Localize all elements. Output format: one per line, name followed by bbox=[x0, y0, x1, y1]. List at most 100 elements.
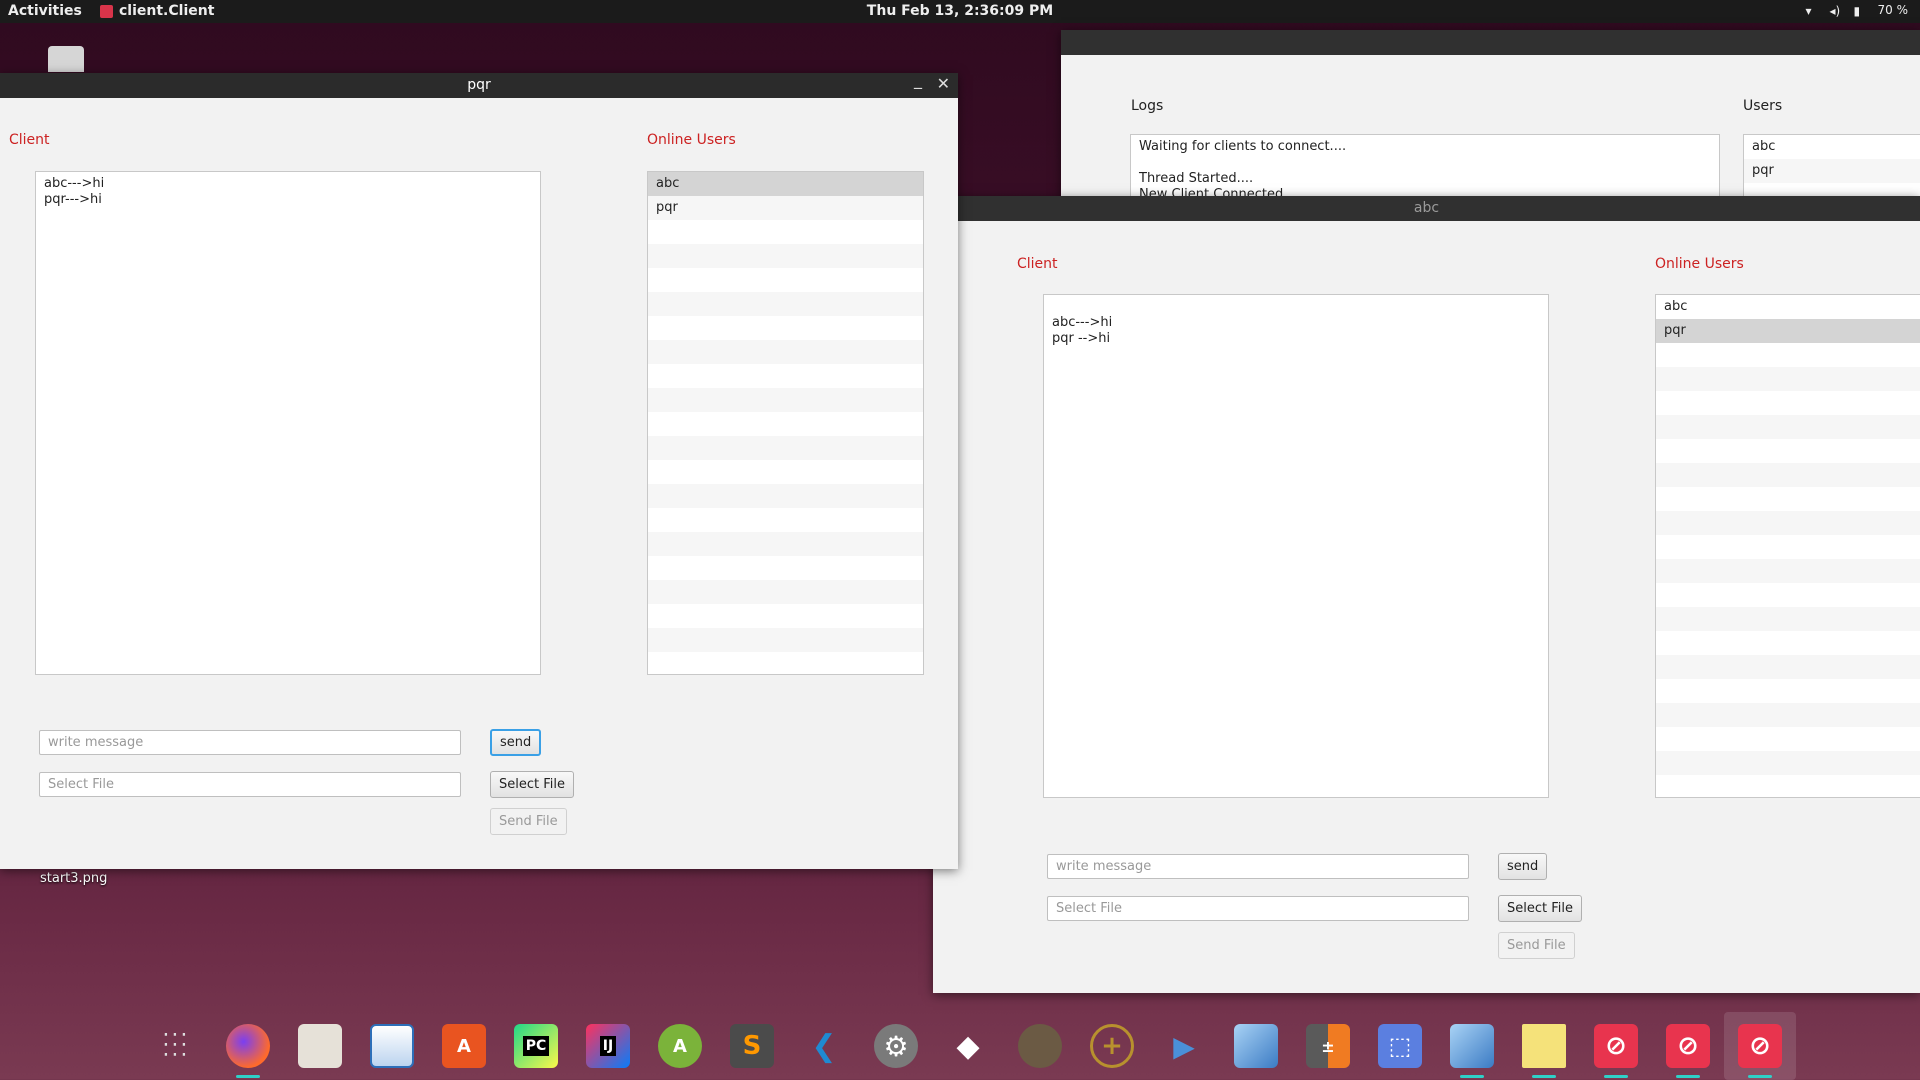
message-input[interactable]: write message bbox=[39, 730, 461, 755]
list-item bbox=[1656, 559, 1920, 583]
virtualbox-2-icon bbox=[1450, 1024, 1494, 1068]
server-window: Logs Users Waiting for clients to connec… bbox=[1061, 30, 1920, 200]
list-item bbox=[648, 244, 923, 268]
dock-screenshot[interactable]: ⬚ bbox=[1364, 1012, 1436, 1080]
send-file-button[interactable]: Send File bbox=[490, 808, 567, 835]
dock-sticky-notes[interactable] bbox=[1508, 1012, 1580, 1080]
clock[interactable]: Thu Feb 13, 2:36:09 PM bbox=[867, 3, 1053, 19]
server-titlebar[interactable] bbox=[1061, 30, 1920, 55]
list-item bbox=[648, 532, 923, 556]
list-item bbox=[648, 556, 923, 580]
chat-message: abc--->hi bbox=[44, 176, 105, 191]
dock-calculator[interactable]: ± bbox=[1292, 1012, 1364, 1080]
dock-settings[interactable]: ⚙ bbox=[860, 1012, 932, 1080]
list-item bbox=[1656, 583, 1920, 607]
chat-message: pqr--->hi bbox=[44, 192, 102, 207]
chat-area[interactable]: abc--->hi pqr -->hi bbox=[1043, 294, 1549, 798]
battery-percent: 70 % bbox=[1877, 3, 1909, 17]
list-item bbox=[648, 604, 923, 628]
server-users-list[interactable]: abc pqr bbox=[1743, 134, 1920, 200]
user-item-pqr[interactable]: pqr bbox=[648, 196, 923, 220]
dock-vscode[interactable]: ❮ bbox=[788, 1012, 860, 1080]
battery-icon: ▮ bbox=[1853, 4, 1861, 18]
file-path-input[interactable]: Select File bbox=[39, 772, 461, 797]
dock-sublime[interactable]: S bbox=[716, 1012, 788, 1080]
dock-android-studio[interactable]: A bbox=[644, 1012, 716, 1080]
app-menu[interactable]: client.Client bbox=[100, 3, 214, 19]
pycharm-icon: PC bbox=[514, 1024, 558, 1068]
network-icon: ▾ bbox=[1805, 4, 1812, 18]
list-item bbox=[1656, 535, 1920, 559]
sticky-notes-icon bbox=[1522, 1024, 1566, 1068]
dock-gimp[interactable] bbox=[1004, 1012, 1076, 1080]
software-center-icon: A bbox=[442, 1024, 486, 1068]
select-file-button[interactable]: Select File bbox=[490, 771, 574, 798]
user-item-abc[interactable]: abc bbox=[648, 172, 923, 196]
dock-software-center[interactable]: A bbox=[428, 1012, 500, 1080]
dock-audio-editor[interactable]: ▶ bbox=[1148, 1012, 1220, 1080]
file-path-input[interactable]: Select File bbox=[1047, 896, 1469, 921]
dock-virtualbox-2[interactable] bbox=[1436, 1012, 1508, 1080]
sublime-text-icon: S bbox=[730, 1024, 774, 1068]
desktop-file-icon[interactable] bbox=[48, 46, 84, 72]
chat-message: abc--->hi bbox=[1052, 315, 1113, 330]
dock-unity[interactable]: ◆ bbox=[932, 1012, 1004, 1080]
select-file-button[interactable]: Select File bbox=[1498, 895, 1582, 922]
message-input[interactable]: write message bbox=[1047, 854, 1469, 879]
list-item bbox=[1656, 703, 1920, 727]
vscode-icon: ❮ bbox=[811, 1028, 837, 1064]
dock-image-viewer[interactable] bbox=[356, 1012, 428, 1080]
online-users-label: Online Users bbox=[647, 132, 736, 148]
list-item bbox=[1656, 415, 1920, 439]
user-item-abc[interactable]: abc bbox=[1656, 295, 1920, 319]
list-item bbox=[1656, 751, 1920, 775]
client-label: Client bbox=[9, 132, 50, 148]
list-item bbox=[1656, 511, 1920, 535]
list-item bbox=[648, 340, 923, 364]
online-users-list[interactable]: abc pqr bbox=[1655, 294, 1920, 798]
dock-compass[interactable]: + bbox=[1076, 1012, 1148, 1080]
chat-area[interactable]: abc--->hi pqr--->hi bbox=[35, 171, 541, 675]
list-item bbox=[648, 436, 923, 460]
dock-blocked-app-1[interactable]: ⊘ bbox=[1580, 1012, 1652, 1080]
pqr-titlebar[interactable]: pqr _ ✕ bbox=[0, 70, 958, 98]
app-icon bbox=[100, 4, 113, 18]
files-icon bbox=[298, 1024, 342, 1068]
send-file-button[interactable]: Send File bbox=[1498, 932, 1575, 959]
list-item[interactable]: pqr bbox=[1744, 159, 1920, 183]
logs-box[interactable]: Waiting for clients to connect.... Threa… bbox=[1130, 134, 1720, 200]
settings-icon: ⚙ bbox=[874, 1024, 918, 1068]
dock-firefox[interactable] bbox=[212, 1012, 284, 1080]
send-button[interactable]: send bbox=[1498, 853, 1548, 880]
firefox-icon bbox=[226, 1024, 270, 1068]
activities-button[interactable]: Activities bbox=[8, 3, 82, 19]
dock-pycharm[interactable]: PC bbox=[500, 1012, 572, 1080]
close-button[interactable]: ✕ bbox=[937, 73, 950, 95]
dock-blocked-app-2[interactable]: ⊘ bbox=[1652, 1012, 1724, 1080]
chat-message: pqr -->hi bbox=[1052, 331, 1111, 346]
list-item bbox=[648, 508, 923, 532]
abc-titlebar[interactable]: abc bbox=[933, 196, 1920, 221]
desktop-file-label[interactable]: start3.png bbox=[40, 871, 107, 886]
show-applications-button[interactable]: ⋅⋅⋅ ⋅⋅⋅ ⋅⋅⋅ bbox=[140, 1012, 212, 1080]
list-item bbox=[1656, 655, 1920, 679]
list-item bbox=[1656, 727, 1920, 751]
send-button[interactable]: send bbox=[490, 729, 542, 756]
dock: ⋅⋅⋅ ⋅⋅⋅ ⋅⋅⋅ A PC IJ A S ❮ ⚙ ◆ + ▶ ± ⬚ ⊘ … bbox=[140, 1012, 1796, 1080]
dock-intellij[interactable]: IJ bbox=[572, 1012, 644, 1080]
dock-virtualbox[interactable] bbox=[1220, 1012, 1292, 1080]
dock-files[interactable] bbox=[284, 1012, 356, 1080]
list-item bbox=[648, 364, 923, 388]
intellij-icon: IJ bbox=[586, 1024, 630, 1068]
logs-label: Logs bbox=[1131, 98, 1164, 114]
list-item bbox=[1656, 343, 1920, 367]
dock-blocked-app-3[interactable]: ⊘ bbox=[1724, 1012, 1796, 1080]
system-tray[interactable]: ▾ ◂) ▮ 70 % bbox=[1805, 3, 1909, 18]
minimize-button[interactable]: _ bbox=[914, 69, 922, 91]
list-item bbox=[1656, 367, 1920, 391]
user-item-pqr[interactable]: pqr bbox=[1656, 319, 1920, 343]
log-line: Waiting for clients to connect.... bbox=[1139, 139, 1347, 154]
list-item[interactable]: abc bbox=[1744, 135, 1920, 159]
online-users-list[interactable]: abc pqr bbox=[647, 171, 924, 675]
